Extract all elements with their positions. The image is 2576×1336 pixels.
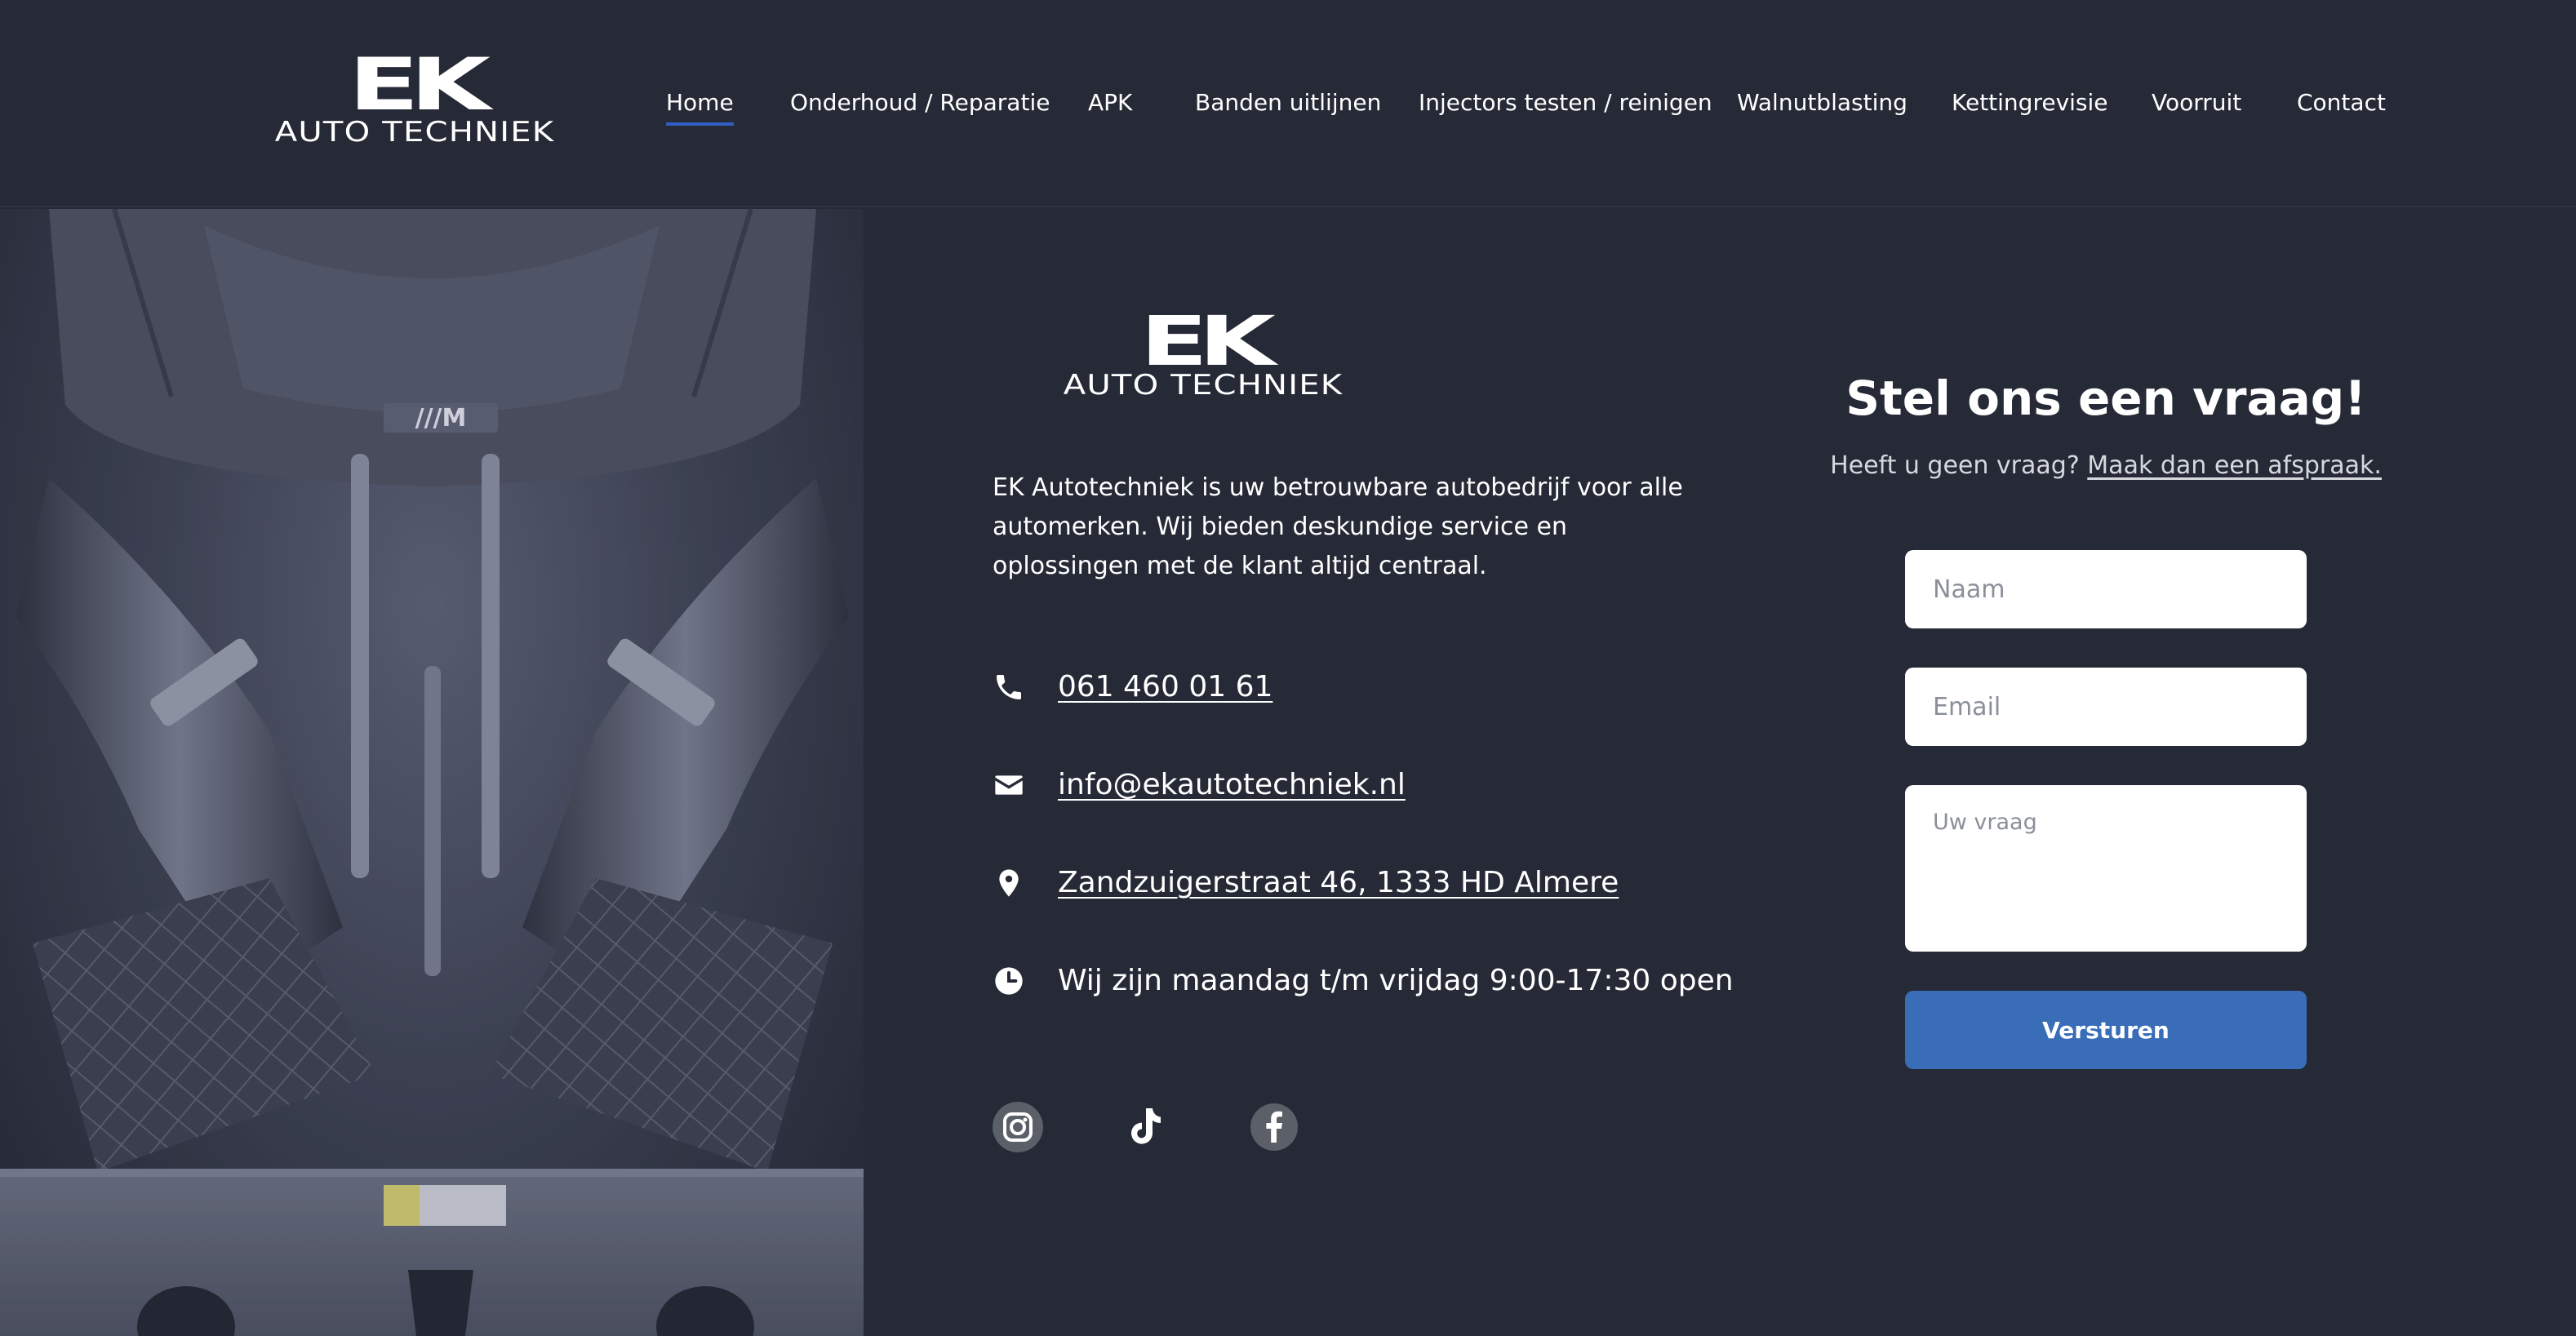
engine-photo: ///M xyxy=(0,209,864,1336)
nav-item-kettingrevisie[interactable]: Kettingrevisie xyxy=(1952,85,2108,121)
question-textarea[interactable] xyxy=(1905,785,2307,952)
form-subtitle: Heeft u geen vraag? Maak dan een afspraa… xyxy=(1763,446,2449,486)
clock-icon xyxy=(993,965,1025,997)
map-pin-icon xyxy=(993,867,1025,899)
email-link[interactable]: info@ekautotechniek.nl xyxy=(1058,761,1406,810)
nav-item-voorruit[interactable]: Voorruit xyxy=(2152,85,2241,121)
nav-item-contact[interactable]: Contact xyxy=(2297,85,2386,121)
email-input[interactable] xyxy=(1905,668,2307,746)
site-header: EK AUTO TECHNIEK Home Onderhoud / Repara… xyxy=(0,0,2576,207)
main-nav: Home Onderhoud / Reparatie APK Banden ui… xyxy=(0,85,2576,126)
appointment-link[interactable]: Maak dan een afspraak. xyxy=(2087,451,2382,480)
tiktok-icon[interactable] xyxy=(1117,1100,1170,1154)
instagram-icon[interactable] xyxy=(991,1100,1045,1154)
nav-item-banden-uitlijnen[interactable]: Banden uitlijnen xyxy=(1195,85,1381,121)
logo-monogram: EK xyxy=(1139,301,1276,381)
submit-button[interactable]: Versturen xyxy=(1905,991,2307,1069)
nav-item-injectors[interactable]: Injectors testen / reinigen xyxy=(1419,85,1712,121)
nav-item-apk[interactable]: APK xyxy=(1088,85,1132,121)
address-link[interactable]: Zandzuigerstraat 46, 1333 HD Almere xyxy=(1058,859,1619,908)
nav-item-onderhoud-reparatie[interactable]: Onderhoud / Reparatie xyxy=(790,85,1050,121)
phone-link[interactable]: 061 460 01 61 xyxy=(1058,663,1272,712)
form-subtitle-text: Heeft u geen vraag? xyxy=(1830,451,2080,480)
content-logo[interactable]: EK AUTO TECHNIEK xyxy=(1032,307,1375,405)
name-input[interactable] xyxy=(1905,550,2307,628)
phone-icon xyxy=(993,671,1025,704)
form-title: Stel ons een vraag! xyxy=(1845,371,2366,426)
nav-item-walnutblasting[interactable]: Walnutblasting xyxy=(1737,85,1908,121)
envelope-icon xyxy=(993,769,1025,801)
facebook-icon[interactable] xyxy=(1247,1100,1301,1154)
nav-item-home[interactable]: Home xyxy=(666,85,734,126)
about-text: EK Autotechniek is uw betrouwbare autobe… xyxy=(993,473,1683,580)
opening-hours: Wij zijn maandag t/m vrijdag 9:00-17:30 … xyxy=(1058,964,1734,997)
logo-wordmark: AUTO TECHNIEK xyxy=(1063,369,1344,402)
